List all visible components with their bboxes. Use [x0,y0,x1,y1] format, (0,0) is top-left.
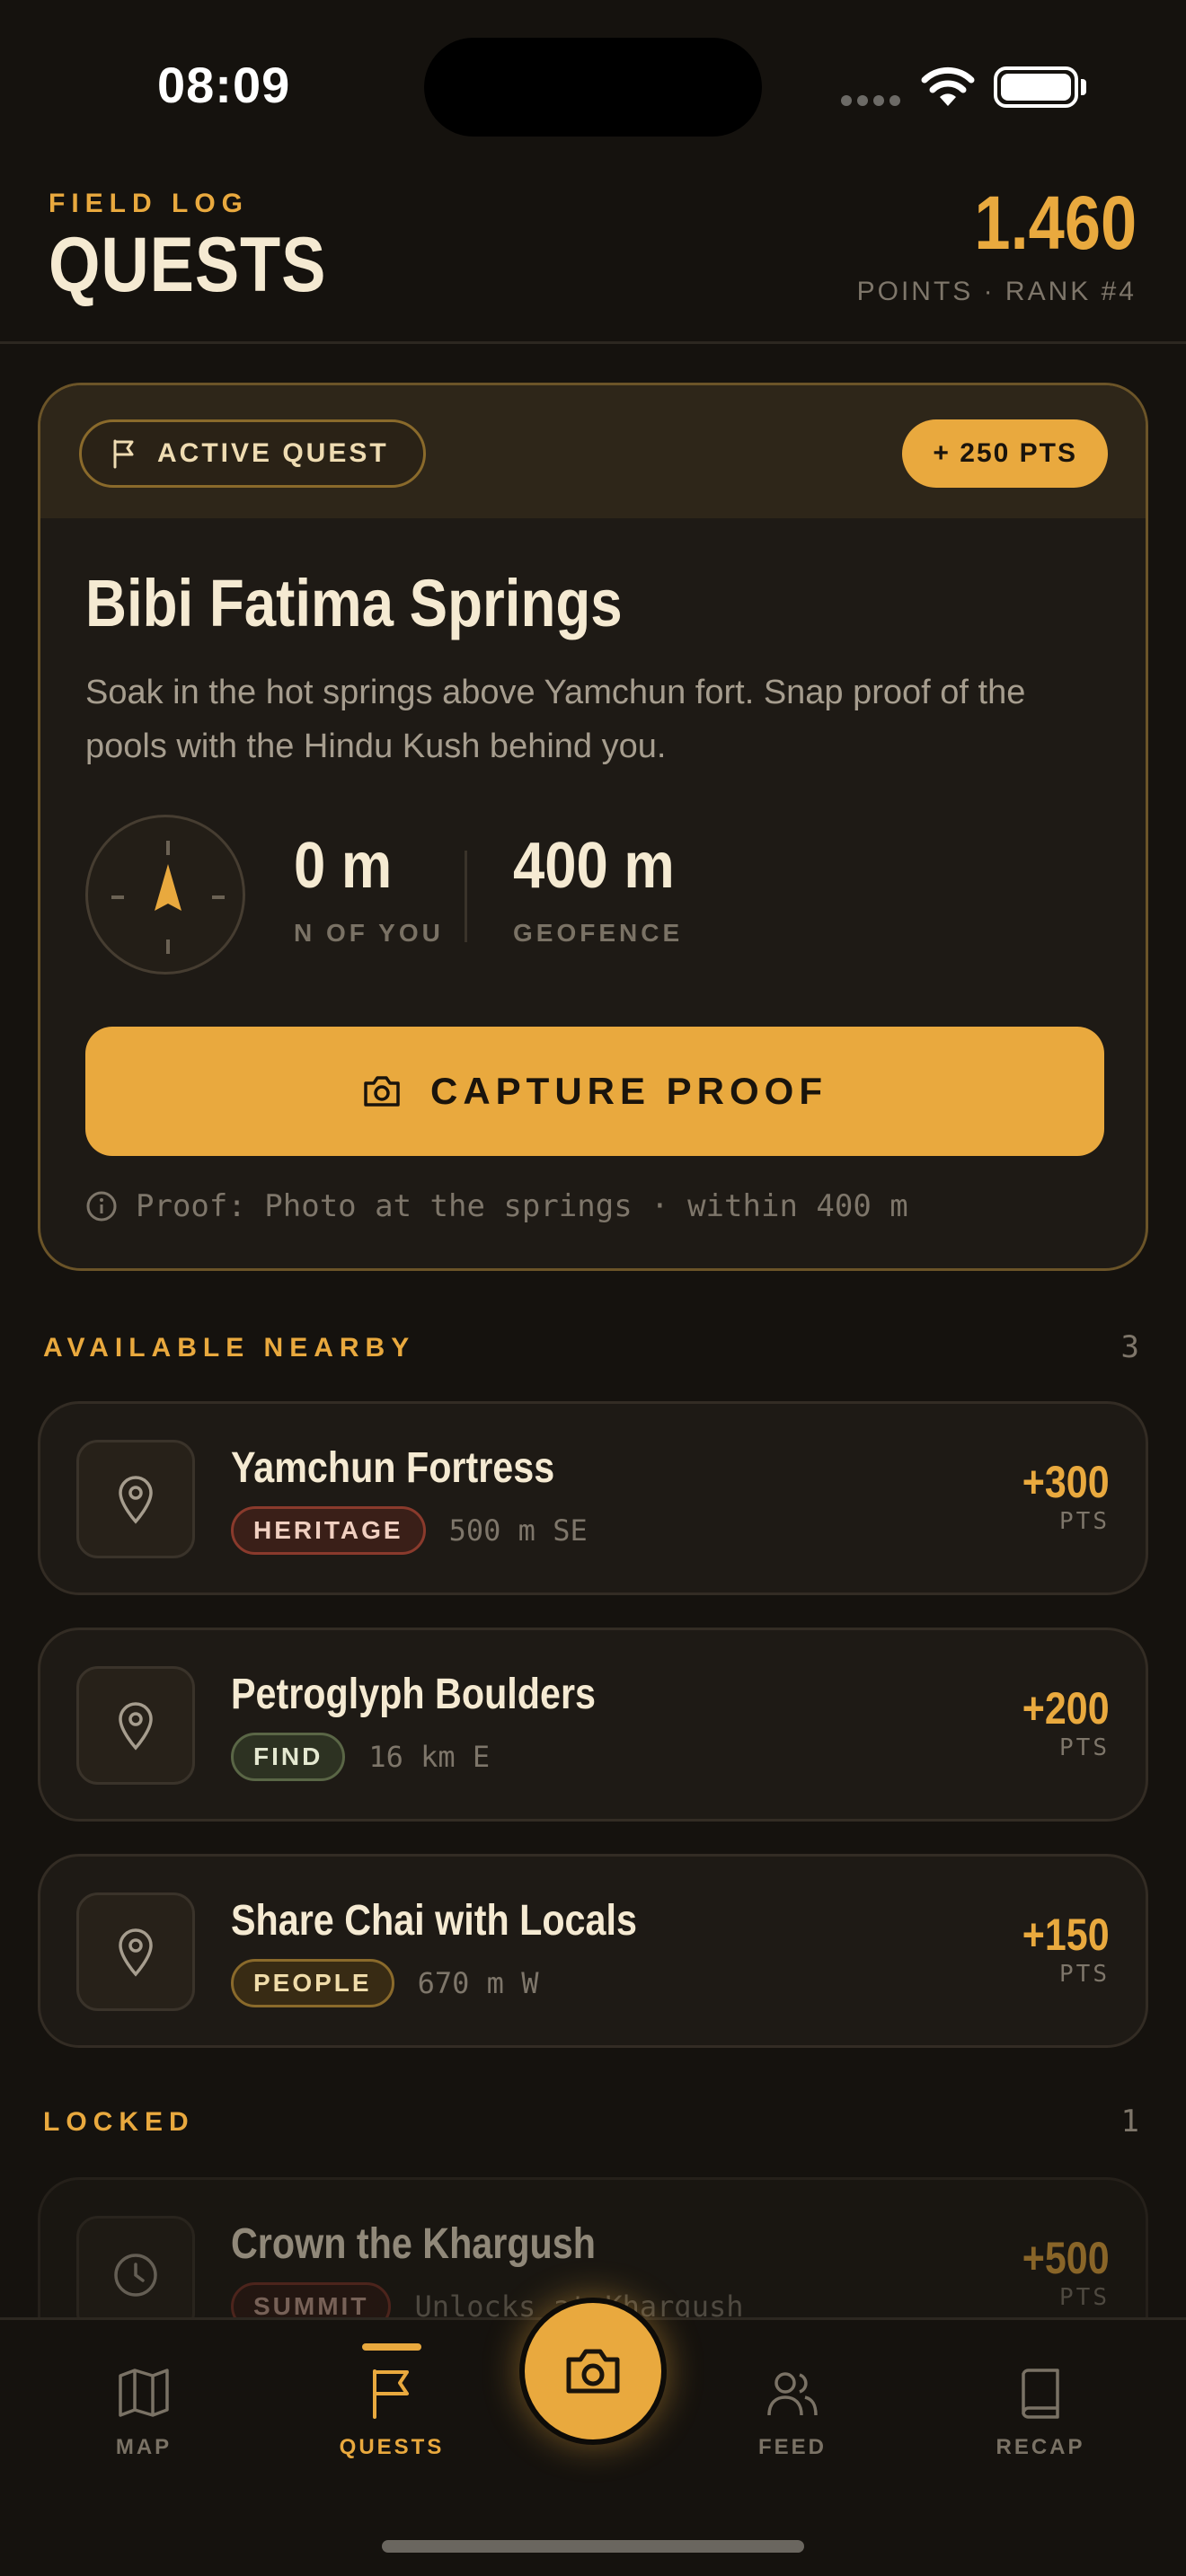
geofence-label: GEOFENCE [513,919,684,947]
active-quest-card[interactable]: ACTIVE QUEST + 250 PTS Bibi Fatima Sprin… [38,383,1148,1271]
active-quest-chip-label: ACTIVE QUEST [157,438,389,468]
distance-value: 0 m [294,830,393,902]
points-total: 1.460 [974,181,1137,265]
tab-recap[interactable]: RECAP [951,2367,1130,2460]
capture-proof-label: CAPTURE PROOF [429,1070,828,1112]
quest-points: +500 [1022,2233,1110,2283]
quest-points: +150 [1022,1910,1110,1960]
compass-icon [85,815,245,975]
section-locked-label: LOCKED [43,2107,195,2137]
book-icon [1022,2369,1059,2419]
tab-feed[interactable]: FEED [703,2367,882,2460]
camera-icon [566,2349,620,2394]
quest-points: +300 [1022,1457,1110,1507]
tab-map-label: MAP [115,2435,173,2459]
section-locked-count: 1 [1120,2104,1139,2139]
quest-points-unit: PTS [1059,2284,1110,2311]
quest-name: Share Chai with Locals [231,1897,637,1945]
quest-tag: FIND [231,1733,346,1781]
people-icon [767,2372,818,2416]
active-quest-title: Bibi Fatima Springs [85,566,623,640]
quest-distance: 500 m SE [448,1513,588,1548]
info-icon [86,1191,117,1222]
battery-tip [1081,79,1086,95]
map-pin-icon [76,1440,195,1558]
map-pin-icon [76,1666,195,1785]
points-rank-label: POINTS · RANK #4 [856,277,1137,306]
quest-points-unit: PTS [1059,1734,1110,1761]
quest-row[interactable]: Yamchun Fortress HERITAGE 500 m SE +300 … [38,1401,1148,1595]
geofence-stat: 400 m GEOFENCE [513,829,696,948]
camera-icon [364,1076,400,1107]
quest-points-unit: PTS [1059,1961,1110,1988]
cellular-signal-icon [841,95,900,106]
battery-icon [994,66,1078,108]
status-time: 08:09 [157,57,291,113]
quest-distance: 670 m W [417,1966,539,2000]
quest-points-unit: PTS [1059,1508,1110,1535]
active-quest-reward-badge: + 250 PTS [902,419,1108,488]
header-divider [0,341,1186,344]
quest-name: Petroglyph Boulders [231,1671,596,1718]
map-pin-icon [76,1892,195,2011]
tab-map[interactable]: MAP [54,2367,234,2460]
quest-tag: PEOPLE [231,1959,394,2007]
geofence-value: 400 m [513,830,675,902]
dynamic-island [424,38,762,137]
section-nearby-count: 3 [1120,1329,1139,1365]
flag-icon [113,439,134,469]
quest-name: Yamchun Fortress [231,1444,555,1492]
capture-proof-button[interactable]: CAPTURE PROOF [85,1027,1104,1156]
tab-feed-label: FEED [757,2435,827,2459]
stat-divider [465,851,467,942]
tab-active-indicator [362,2343,421,2351]
flag-icon [373,2369,409,2419]
quest-name: Crown the Khargush [231,2220,596,2268]
quest-tag: HERITAGE [231,1506,426,1555]
header-eyebrow: FIELD LOG [49,189,249,218]
active-quest-description: Soak in the hot springs above Yamchun fo… [85,674,1026,765]
map-icon [119,2369,169,2417]
proof-requirement-text: Proof: Photo at the springs · within 400… [136,1188,908,1224]
distance-label: N OF YOU [294,919,444,947]
quest-row[interactable]: Petroglyph Boulders FIND 16 km E +200 PT… [38,1628,1148,1822]
tab-recap-label: RECAP [996,2435,1085,2459]
camera-capture-button[interactable] [519,2298,667,2445]
active-quest-chip: ACTIVE QUEST [79,419,426,488]
quest-row[interactable]: Share Chai with Locals PEOPLE 670 m W +1… [38,1854,1148,2048]
quest-points: +200 [1022,1683,1110,1734]
section-nearby-label: AVAILABLE NEARBY [43,1333,416,1363]
tab-quests-label: QUESTS [339,2435,445,2459]
page-title: QUESTS [49,222,327,308]
home-indicator[interactable] [382,2540,804,2553]
wifi-icon [921,66,975,106]
distance-stat: 0 m N OF YOU [294,829,444,948]
proof-requirement: Proof: Photo at the springs · within 400… [85,1188,908,1224]
tab-quests[interactable]: QUESTS [302,2367,482,2460]
quest-distance: 16 km E [368,1740,491,1774]
